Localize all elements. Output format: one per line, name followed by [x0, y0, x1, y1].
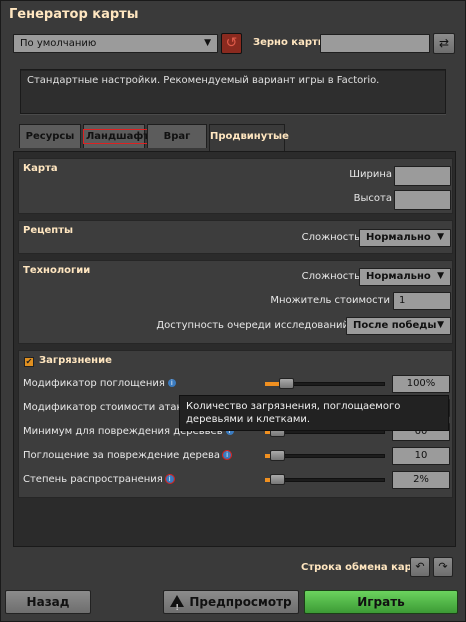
tech-difficulty-dropdown[interactable]: Нормально ▼ [359, 268, 451, 286]
seed-input[interactable] [320, 34, 430, 53]
chevron-down-icon: ▼ [437, 271, 444, 281]
preset-value: По умолчанию [20, 38, 97, 49]
absorption-modifier-input[interactable]: 100% [392, 375, 450, 393]
research-queue-dropdown[interactable]: После победы ▼ [346, 317, 451, 335]
tree-absorption-label: Поглощение за повреждение дерева i [23, 450, 233, 461]
exchange-string-label: Строка обмена карты [301, 562, 427, 573]
tree-absorption-text: Поглощение за повреждение дерева [23, 450, 221, 461]
tree-absorption-slider[interactable] [265, 450, 385, 461]
back-button[interactable]: Назад [5, 590, 91, 614]
preview-button[interactable]: Предпросмотр [163, 590, 299, 619]
height-input[interactable] [394, 190, 451, 210]
technology-section-title: Технологии [23, 265, 91, 276]
shuffle-icon: ⇄ [438, 36, 450, 50]
info-icon[interactable]: i [164, 474, 175, 484]
cost-multiplier-input[interactable]: 1 [393, 292, 451, 310]
attack-cost-modifier-text: Модификатор стоимости атаки [23, 402, 190, 413]
recipes-section: Рецепты Сложность Нормально ▼ [18, 220, 453, 254]
tab-advanced[interactable]: Продвинутые [209, 124, 289, 151]
height-label: Высота [353, 193, 392, 204]
technology-section: Технологии Сложность Нормально ▼ Множите… [18, 260, 453, 344]
research-queue-value: После победы [353, 320, 437, 331]
slider-thumb[interactable] [279, 378, 294, 389]
tree-absorption-input[interactable]: 10 [392, 447, 450, 465]
shuffle-seed-button[interactable]: ⇄ [433, 33, 455, 54]
preset-description: Стандартные настройки. Рекомендуемый вар… [20, 69, 446, 114]
warning-icon [170, 595, 185, 619]
reset-preset-button[interactable]: ↺ [221, 33, 242, 54]
research-queue-label: Доступность очереди исследований [156, 320, 349, 331]
preview-label: Предпросмотр [189, 595, 292, 609]
map-section: Карта Ширина Высота [18, 158, 453, 214]
absorption-modifier-slider[interactable] [265, 378, 385, 389]
diffusion-ratio-label: Степень распространения i [23, 474, 175, 485]
window-title: Генератор карты [9, 7, 139, 22]
tab-resources[interactable]: Ресурсы [19, 124, 81, 148]
import-icon: ↶ [415, 560, 425, 573]
slider-thumb[interactable] [270, 474, 285, 485]
export-string-button[interactable]: ↷ [433, 557, 453, 577]
tab-enemy[interactable]: Враг [147, 124, 207, 148]
info-tooltip: Количество загрязнения, поглощаемого дер… [179, 395, 449, 431]
info-icon[interactable]: i [222, 450, 233, 460]
play-button[interactable]: Играть [304, 590, 458, 614]
diffusion-ratio-input[interactable]: 2% [392, 471, 450, 489]
width-input[interactable] [394, 166, 451, 186]
tab-terrain-label: Ландшафт [82, 129, 153, 144]
map-generator-window: Генератор карты По умолчанию ▼ ↺ Зерно к… [0, 0, 466, 622]
tech-difficulty-label: Сложность [301, 271, 360, 282]
import-string-button[interactable]: ↶ [410, 557, 430, 577]
checkbox-icon: ✔ [25, 357, 33, 366]
cost-multiplier-label: Множитель стоимости [270, 295, 390, 306]
slider-thumb[interactable] [270, 450, 285, 461]
map-section-title: Карта [23, 163, 58, 174]
chevron-down-icon: ▼ [437, 320, 444, 330]
pollution-section-title: Загрязнение [39, 355, 112, 366]
recipes-difficulty-value: Нормально [366, 232, 431, 243]
chevron-down-icon: ▼ [204, 38, 211, 48]
width-label: Ширина [349, 169, 392, 180]
chevron-down-icon: ▼ [437, 232, 444, 242]
info-icon[interactable]: i [167, 379, 176, 387]
tech-difficulty-value: Нормально [366, 271, 431, 282]
tab-terrain[interactable]: Ландшафт [82, 124, 153, 148]
attack-cost-modifier-label: Модификатор стоимости атакиi [23, 402, 201, 413]
recipes-difficulty-label: Сложность [301, 232, 360, 243]
absorption-modifier-text: Модификатор поглощения [23, 378, 165, 389]
diffusion-ratio-text: Степень распространения [23, 474, 163, 485]
recipes-difficulty-dropdown[interactable]: Нормально ▼ [359, 229, 451, 247]
preset-dropdown[interactable]: По умолчанию ▼ [13, 34, 218, 53]
seed-label: Зерно карты [253, 37, 327, 48]
reset-icon: ↺ [225, 35, 238, 51]
diffusion-ratio-slider[interactable] [265, 474, 385, 485]
absorption-modifier-label: Модификатор поглощения i [23, 378, 176, 389]
pollution-checkbox[interactable]: ✔ [24, 357, 34, 367]
recipes-section-title: Рецепты [23, 225, 74, 236]
export-icon: ↷ [438, 560, 448, 573]
advanced-settings-panel: Карта Ширина Высота Рецепты Сложность Но… [13, 151, 456, 547]
